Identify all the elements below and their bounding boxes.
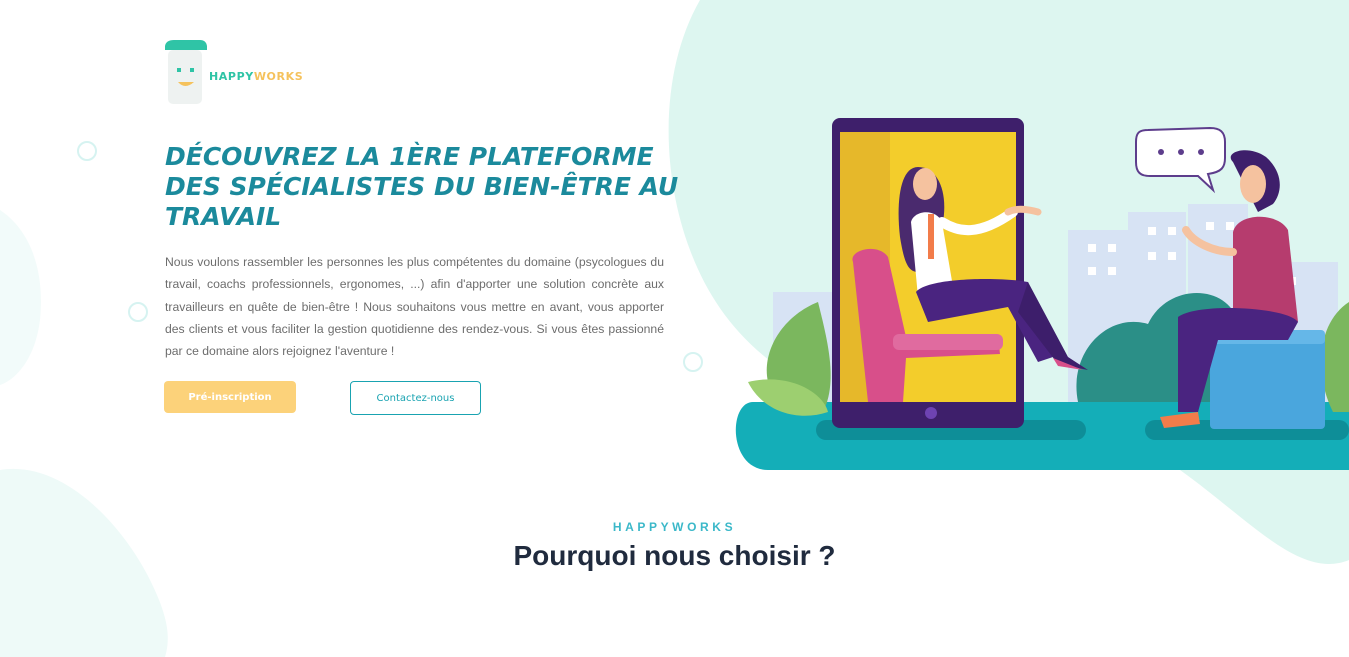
- pre-registration-button[interactable]: Pré-inscription: [164, 381, 296, 413]
- decorative-ring: [683, 352, 703, 372]
- coffee-cup-smiley-icon: [165, 40, 207, 104]
- decorative-ring: [77, 141, 97, 161]
- logo[interactable]: HAPPYWORKS: [164, 38, 304, 108]
- logo-text: HAPPYWORKS: [209, 70, 303, 83]
- logo-text-works: WORKS: [253, 70, 304, 83]
- section-title: Pourquoi nous choisir ?: [513, 540, 836, 571]
- speech-bubble: [1135, 126, 1226, 194]
- hero-title: Découvrez la 1ère plateforme des spécial…: [165, 142, 679, 231]
- contact-us-button[interactable]: Contactez-nous: [350, 381, 481, 415]
- decorative-ring: [128, 302, 148, 322]
- hero-illustration: [735, 118, 1349, 470]
- logo-text-happy: HAPPY: [209, 70, 254, 83]
- section-eyebrow: HAPPYWORKS: [612, 520, 737, 534]
- hero-description: Nous voulons rassembler les personnes le…: [165, 255, 664, 359]
